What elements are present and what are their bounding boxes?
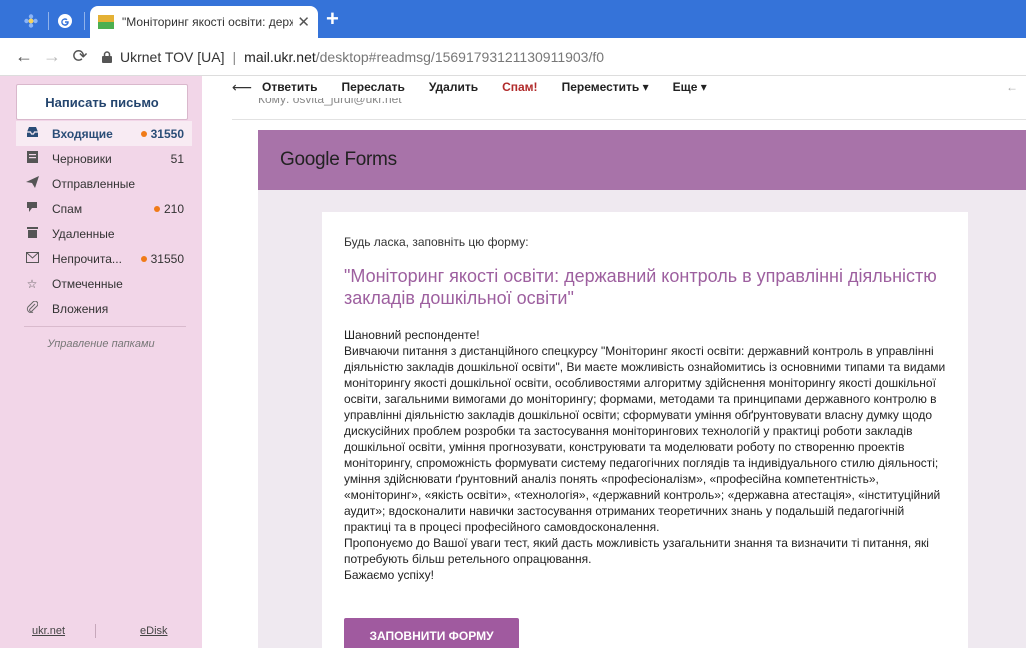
description-body: Вивчаючи питання з дистанційного спецкур… <box>344 344 946 534</box>
compose-button[interactable]: Написать письмо <box>16 84 188 120</box>
unread-dot <box>140 256 147 263</box>
folder-inbox[interactable]: Входящие 31550 <box>16 121 192 146</box>
message-toolbar: ⟵ Ответить Переслать Удалить Спам! Перем… <box>222 76 1026 98</box>
folder-sent[interactable]: Отправленные <box>16 171 192 196</box>
tab-separator <box>84 12 85 30</box>
spam-icon <box>24 201 40 216</box>
tab-close-icon[interactable]: ✕ <box>297 13 310 31</box>
drafts-icon <box>24 151 40 166</box>
form-intro: Будь ласка, заповніть цю форму: <box>344 235 529 249</box>
folder-unread[interactable]: Непрочита... 31550 <box>16 246 192 271</box>
folder-label: Отмеченные <box>52 276 123 291</box>
fill-form-button[interactable]: ЗАПОВНИТИ ФОРМУ <box>344 618 519 648</box>
sidebar-divider <box>24 326 186 327</box>
forward-button[interactable]: Переслать <box>341 80 404 94</box>
folder-count: 31550 <box>140 252 184 266</box>
google-forms-header: Google Forms <box>258 130 1026 190</box>
greeting: Шановний респонденте! <box>344 328 480 342</box>
site-identity: Ukrnet TOV [UA] <box>120 48 225 65</box>
message-view: Кому: osvita_jurdi@ukr.net Google Forms … <box>232 98 1026 648</box>
star-icon: ☆ <box>26 276 38 291</box>
url-host: mail.ukr.net <box>244 48 316 65</box>
google-tab[interactable] <box>48 6 82 36</box>
form-description: Шановний респонденте! Вивчаючи питання з… <box>344 327 954 583</box>
folder-spam[interactable]: Спам 210 <box>16 196 192 221</box>
more-dropdown[interactable]: Еще ▾ <box>673 80 707 94</box>
unread-icon <box>24 251 40 266</box>
folder-label: Входящие <box>52 126 113 141</box>
forward-arrow-icon[interactable]: → <box>38 46 66 67</box>
folder-attachments[interactable]: Вложения <box>16 296 192 321</box>
folder-label: Спам <box>52 201 83 216</box>
browser-tab-bar: "Моніторинг якості освіти: держ ✕ + <box>0 0 1026 38</box>
folder-label: Вложения <box>52 301 109 316</box>
back-arrow-icon[interactable]: ← <box>10 46 38 67</box>
header-divider <box>232 119 1026 120</box>
sidebar-footer: ukr.net eDisk <box>0 624 202 638</box>
address-bar: ← → ⟳ Ukrnet TOV [UA] | mail.ukr.net /de… <box>0 38 1026 76</box>
omnibox-separator: | <box>232 48 237 65</box>
ukrnet-link[interactable]: ukr.net <box>32 625 65 637</box>
pinned-tab[interactable] <box>14 6 48 36</box>
flower-favicon-icon <box>24 14 38 28</box>
folder-label: Удаленные <box>52 226 115 241</box>
reply-button[interactable]: Ответить <box>262 80 317 94</box>
folder-count: 51 <box>170 151 184 166</box>
folder-starred[interactable]: ☆ Отмеченные <box>16 271 192 296</box>
back-to-list-icon[interactable]: ⟵ <box>222 79 262 96</box>
folder-drafts[interactable]: Черновики 51 <box>16 146 192 171</box>
trash-icon <box>24 226 40 241</box>
folder-list: Входящие 31550 Черновики 51 Отправленные… <box>16 121 192 321</box>
sent-icon <box>24 176 40 191</box>
google-favicon-icon <box>58 14 72 28</box>
mail-favicon-icon <box>98 15 114 29</box>
folder-label: Отправленные <box>52 176 136 191</box>
reload-icon[interactable]: ⟳ <box>66 46 94 67</box>
footer-separator <box>95 624 97 638</box>
tab-title: "Моніторинг якості освіти: держ <box>122 15 294 29</box>
form-background: Будь ласка, заповніть цю форму: "Монітор… <box>258 190 1026 648</box>
manage-folders-link[interactable]: Управление папками <box>0 338 202 350</box>
folder-trash[interactable]: Удаленные <box>16 221 192 246</box>
form-title: "Моніторинг якості освіти: державний кон… <box>344 266 937 308</box>
folder-count: 210 <box>153 202 184 216</box>
delete-button[interactable]: Удалить <box>429 80 478 94</box>
move-dropdown[interactable]: Переместить ▾ <box>562 80 649 94</box>
attachment-icon <box>24 300 40 316</box>
mail-sidebar: Написать письмо Входящие 31550 Черновики… <box>0 76 202 648</box>
active-tab[interactable]: "Моніторинг якості освіти: держ ✕ <box>90 6 318 38</box>
inbox-icon <box>24 126 40 141</box>
lock-icon <box>102 50 112 63</box>
wish-text: Бажаємо успіху! <box>344 568 434 582</box>
next-message-icon[interactable]: ← <box>1006 80 1018 94</box>
form-card: Будь ласка, заповніть цю форму: "Монітор… <box>322 212 968 648</box>
new-tab-icon[interactable]: + <box>326 7 339 31</box>
url-path: /desktop#readmsg/15691793121130911903/f0 <box>315 48 605 65</box>
folder-label: Черновики <box>52 151 112 166</box>
offer-text: Пропонуємо до Вашої уваги тест, який дас… <box>344 536 929 566</box>
recipient-line: Кому: osvita_jurdi@ukr.net <box>258 98 402 106</box>
edisk-link[interactable]: eDisk <box>140 625 168 637</box>
unread-dot <box>140 131 147 138</box>
folder-count: 31550 <box>140 127 184 141</box>
google-forms-logo: Google Forms <box>280 149 397 170</box>
folder-label: Непрочита... <box>52 251 122 266</box>
spam-button[interactable]: Спам! <box>502 80 537 94</box>
omnibox[interactable]: Ukrnet TOV [UA] | mail.ukr.net /desktop#… <box>102 49 604 65</box>
unread-dot <box>153 206 160 213</box>
